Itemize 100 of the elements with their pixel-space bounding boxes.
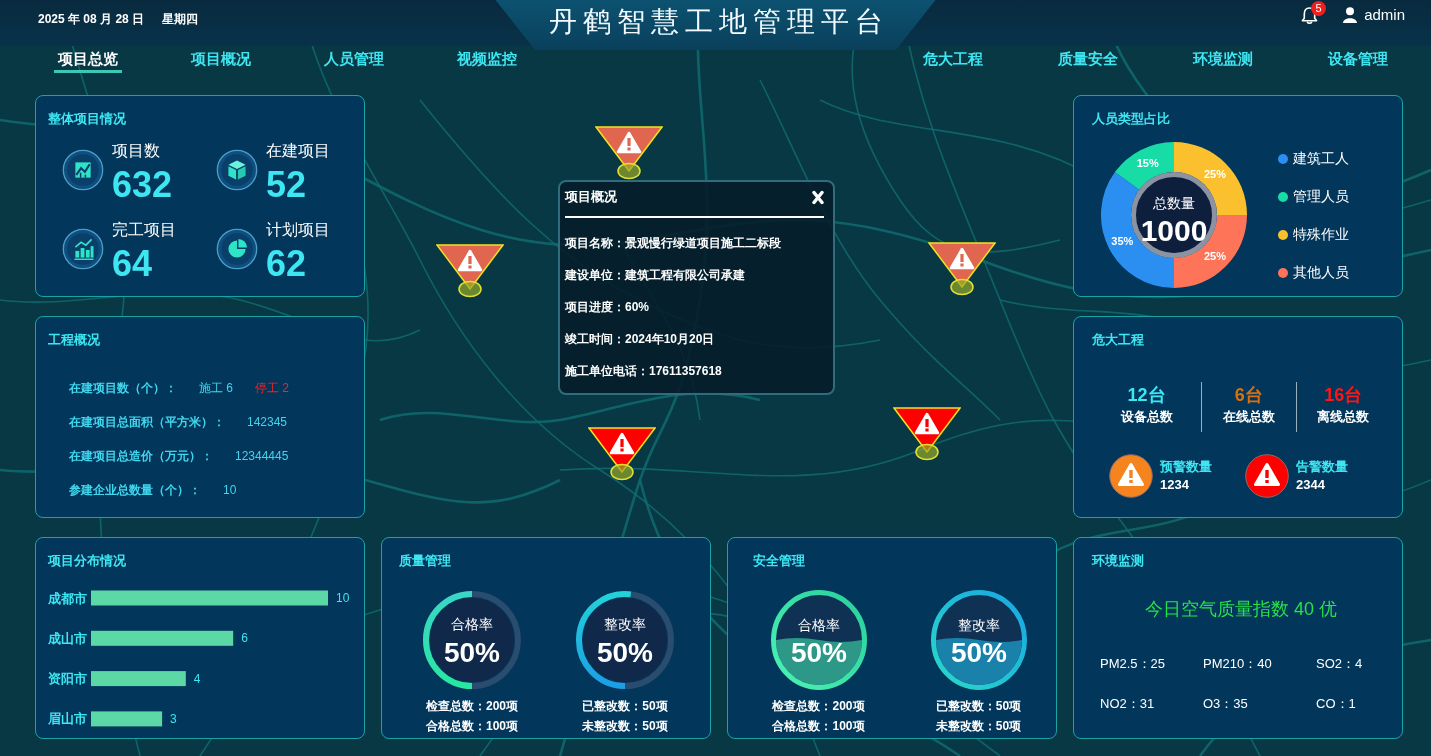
nav-tab[interactable]: 人员管理 — [320, 46, 388, 73]
field-label: 参建企业总数量（个）： — [69, 482, 201, 499]
warning-marker[interactable] — [588, 427, 656, 481]
panel-title: 危大工程 — [1092, 332, 1145, 348]
page-title: 丹鹤智慧工地管理平台 — [495, 0, 936, 50]
alert-label: 告警数量 — [1296, 458, 1348, 476]
stat-text: 检查总数：200项 — [426, 698, 518, 715]
info-text: 竣工时间：2024年10月20日 — [565, 331, 716, 348]
warning-marker[interactable] — [436, 244, 504, 298]
slice-label: 35% — [1111, 235, 1134, 248]
panel-title: 工程概况 — [48, 332, 101, 348]
weekday-text: 星期四 — [162, 11, 199, 27]
category-label: 资阳市 — [48, 671, 87, 687]
gauge-label: 合格率 — [797, 617, 840, 633]
info-text: 建设单位：建筑工程有限公司承建 — [565, 267, 746, 284]
panel-title: 质量管理 — [399, 553, 452, 569]
user-icon — [1343, 7, 1358, 23]
stat-text: 未整改数：50项 — [582, 718, 668, 735]
info-text: 项目进度：60% — [565, 299, 651, 316]
slice-label: 25% — [1204, 168, 1227, 180]
center-label: 总数量 — [1153, 195, 1195, 211]
reading-text: NO2：31 — [1100, 695, 1156, 713]
gauge-reading: 50% — [950, 636, 1007, 668]
center-value: 1000 — [1140, 213, 1208, 247]
panel-title: 项目分布情况 — [48, 553, 127, 569]
value-label: 10 — [336, 591, 350, 605]
nav-tab[interactable]: 项目总览 — [54, 46, 122, 73]
gauge-reading: 50% — [444, 636, 500, 668]
count-value: 6台 — [1234, 384, 1263, 407]
stat-text: 合格总数：100项 — [772, 718, 865, 735]
nav-tab[interactable]: 环境监测 — [1189, 46, 1257, 73]
warning-marker[interactable] — [928, 242, 996, 296]
growth-chart-icon — [62, 228, 104, 270]
reading-text: PM2.5：25 — [1100, 655, 1167, 673]
field-value: 10 — [223, 482, 237, 499]
panel-title: 整体项目情况 — [48, 111, 127, 127]
bell-icon[interactable] — [1301, 5, 1319, 25]
user-name[interactable]: admin — [1364, 5, 1405, 25]
field-value: 142345 — [247, 414, 288, 431]
gauge-label: 合格率 — [451, 616, 493, 632]
cube-icon — [216, 149, 258, 191]
category-label: 成山市 — [48, 630, 87, 646]
count-label: 离线总数 — [1317, 408, 1370, 426]
field-label: 在建项目总面积（平方米）： — [69, 414, 225, 431]
legend-label: 管理人员 — [1293, 188, 1349, 206]
reading-text: SO2：4 — [1316, 655, 1364, 673]
reading-text: CO：1 — [1316, 695, 1357, 713]
slice-label: 25% — [1204, 250, 1227, 262]
field-value: 12344445 — [235, 448, 289, 465]
count-label: 在线总数 — [1222, 408, 1275, 426]
stat-label: 项目数 — [112, 141, 161, 161]
stat-value: 62 — [266, 242, 308, 286]
legend-label: 建筑工人 — [1293, 150, 1349, 168]
value-label: 4 — [193, 671, 201, 686]
stat-text: 检查总数：200项 — [772, 698, 865, 715]
field-label: 在建项目数（个）： — [69, 380, 177, 397]
category-label: 眉山市 — [48, 711, 87, 727]
value-label: 3 — [170, 711, 177, 726]
field-label: 在建项目总造价（万元）： — [69, 448, 213, 465]
category-label: 成都市 — [48, 590, 87, 606]
alert-label: 预警数量 — [1160, 458, 1212, 476]
stat-label: 完工项目 — [112, 220, 176, 240]
count-value: 12台 — [1127, 384, 1166, 407]
alert-value: 2344 — [1296, 476, 1326, 494]
stat-label: 计划项目 — [266, 220, 330, 240]
legend-label: 特殊作业 — [1293, 226, 1349, 244]
bar-chart-icon — [62, 149, 104, 191]
stat-text: 未整改数：50项 — [935, 718, 1022, 735]
pie-chart-icon — [216, 228, 258, 270]
nav-tab[interactable]: 项目概况 — [187, 46, 255, 73]
gauge-reading: 50% — [597, 636, 653, 668]
bar — [91, 711, 163, 727]
info-text: 项目名称：景观慢行绿道项目施工二标段 — [565, 235, 782, 252]
nav-tab[interactable]: 质量安全 — [1054, 46, 1122, 73]
gauge-label: 整改率 — [957, 617, 1000, 633]
field-value: 施工 6 — [199, 380, 233, 397]
warning-marker[interactable] — [893, 407, 961, 461]
popup-title: 项目概况 — [565, 189, 617, 205]
stat-value: 64 — [112, 242, 154, 286]
reading-text: O3：35 — [1203, 695, 1249, 713]
notification-badge: 5 — [1311, 0, 1327, 16]
nav-tab[interactable]: 设备管理 — [1324, 46, 1392, 73]
slice-label: 15% — [1136, 157, 1159, 170]
warning-marker[interactable] — [595, 126, 663, 180]
air-quality-text: 今日空气质量指数 40 优 — [1144, 598, 1338, 621]
panel-title: 安全管理 — [753, 553, 806, 569]
stat-text: 已整改数：50项 — [582, 698, 668, 715]
legend-label: 其他人员 — [1293, 264, 1349, 282]
reading-text: PM210：40 — [1203, 655, 1273, 673]
info-text: 施工单位电话：17611357618 — [565, 363, 723, 380]
count-label: 设备总数 — [1120, 408, 1173, 426]
panel-title: 人员类型占比 — [1092, 111, 1171, 127]
stat-text: 已整改数：50项 — [935, 698, 1022, 715]
gauge-label: 整改率 — [604, 616, 646, 632]
date-text: 2025 年 08 月 28 日 — [38, 11, 145, 27]
value-label: 6 — [241, 631, 248, 646]
count-value: 16台 — [1324, 384, 1363, 407]
close-icon[interactable] — [812, 189, 824, 205]
stat-text: 合格总数：100项 — [426, 718, 518, 735]
gauge-reading: 50% — [790, 636, 847, 668]
